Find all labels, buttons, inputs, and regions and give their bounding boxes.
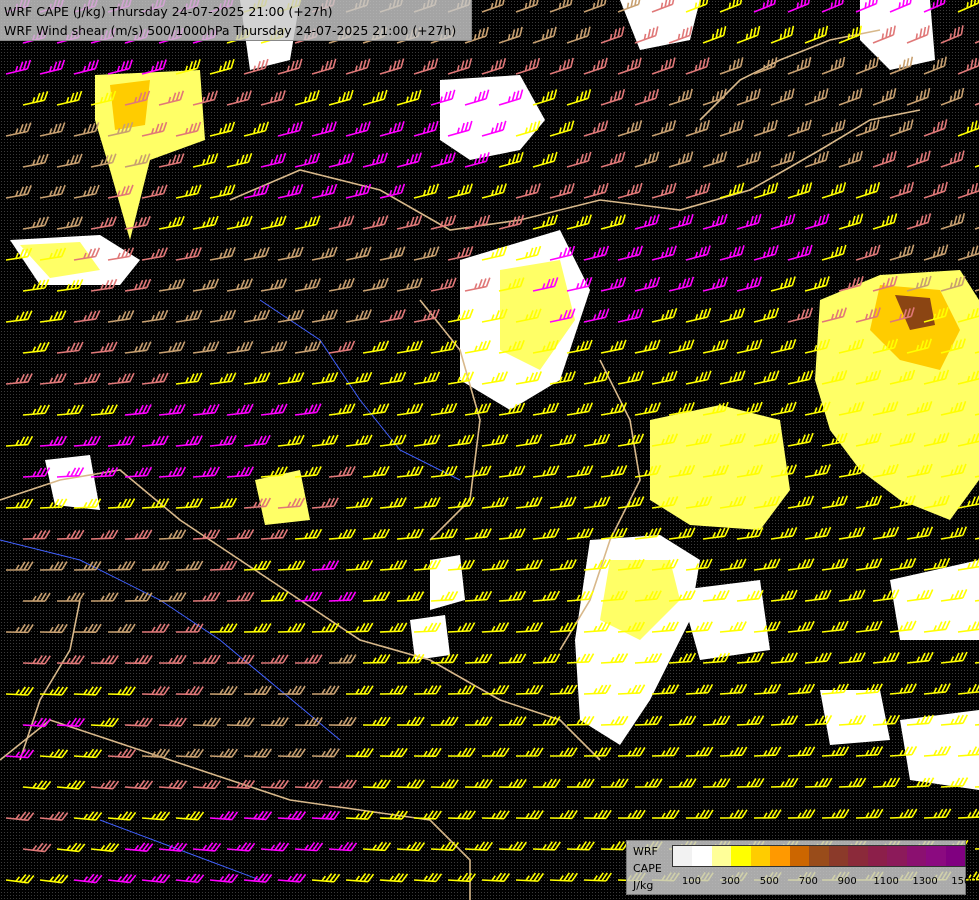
legend-title-unit: J/kg bbox=[633, 879, 654, 892]
legend-swatch bbox=[673, 846, 693, 866]
cape-area-nw-core bbox=[110, 80, 150, 130]
map-canvas bbox=[0, 0, 979, 900]
cape-legend: WRF CAPE J/kg 100 300 500 700 900 1100 1300 150… bbox=[626, 840, 977, 895]
legend-swatch bbox=[692, 846, 712, 866]
legend-tick-label: 1500 bbox=[951, 876, 977, 887]
legend-swatch bbox=[770, 846, 790, 866]
legend-swatch bbox=[711, 846, 732, 866]
cape-title: WRF CAPE (J/kg) Thursday 24-07-2025 21:0… bbox=[4, 4, 333, 19]
legend-tick-label: 1300 bbox=[912, 876, 938, 887]
legend-swatch bbox=[828, 846, 849, 866]
legend-tick-label: 300 bbox=[720, 876, 740, 887]
legend-swatch bbox=[867, 846, 888, 866]
cape-area-small-4 bbox=[410, 615, 450, 660]
legend-title-model: WRF bbox=[633, 845, 658, 858]
shear-title: WRF Wind shear (m/s) 500/1000hPa Thursda… bbox=[4, 23, 457, 38]
legend-tick-label: 700 bbox=[798, 876, 818, 887]
legend-swatch bbox=[945, 846, 966, 866]
legend-tick-label: 1100 bbox=[873, 876, 899, 887]
legend-color-scale bbox=[672, 845, 966, 867]
legend-swatch bbox=[848, 846, 868, 866]
legend-tick-label: 500 bbox=[759, 876, 779, 887]
legend-swatch bbox=[809, 846, 829, 866]
legend-swatch bbox=[906, 846, 927, 866]
legend-swatch bbox=[887, 846, 907, 866]
legend-swatch bbox=[789, 846, 810, 866]
legend-ticks: 100 300 500 700 900 1100 1300 1500 bbox=[672, 876, 977, 890]
legend-tick-label: 100 bbox=[681, 876, 701, 887]
map-title-box: WRF CAPE (J/kg) Thursday 24-07-2025 21:0… bbox=[0, 0, 472, 41]
legend-title-param: CAPE bbox=[633, 862, 662, 875]
legend-swatch bbox=[731, 846, 751, 866]
legend-swatch bbox=[750, 846, 771, 866]
legend-tick-label: 900 bbox=[837, 876, 857, 887]
legend-swatch bbox=[926, 846, 946, 866]
